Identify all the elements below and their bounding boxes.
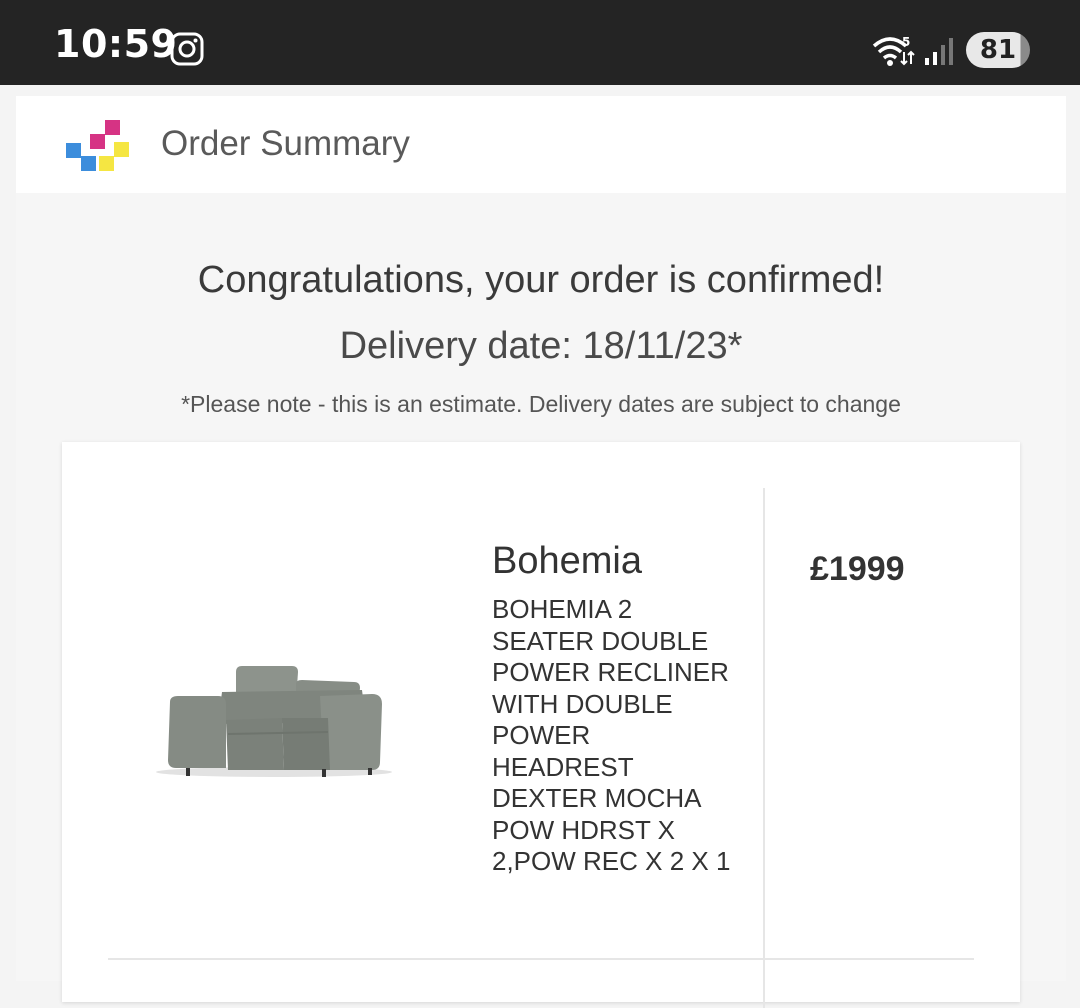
row-divider bbox=[108, 958, 974, 960]
status-time: 10:59 bbox=[54, 22, 178, 66]
product-image bbox=[156, 666, 392, 777]
status-bar: 10:59 5 81 bbox=[0, 0, 1080, 85]
product-price: £1999 bbox=[810, 550, 905, 588]
product-name: Bohemia bbox=[492, 540, 642, 582]
signal-icon bbox=[925, 38, 953, 65]
confirmation-headline: Congratulations, your order is confirmed… bbox=[197, 259, 885, 301]
page-header: Order Summary bbox=[16, 96, 1066, 193]
svg-text:5: 5 bbox=[902, 35, 910, 49]
battery-level: 81 bbox=[979, 35, 1017, 65]
page-title: Order Summary bbox=[161, 124, 410, 163]
order-item-card: Bohemia BOHEMIA 2 SEATER DOUBLE POWER RE… bbox=[62, 442, 1020, 1008]
instagram-icon bbox=[170, 32, 204, 66]
brand-logo bbox=[66, 120, 129, 171]
column-divider bbox=[763, 488, 765, 1008]
product-description: BOHEMIA 2 SEATER DOUBLE POWER RECLINER W… bbox=[492, 594, 731, 876]
delivery-note: *Please note - this is an estimate. Deli… bbox=[181, 391, 901, 417]
delivery-date: Delivery date: 18/11/23* bbox=[339, 325, 743, 367]
wifi-icon: 5 bbox=[872, 35, 915, 66]
battery-icon: 81 bbox=[966, 32, 1030, 68]
